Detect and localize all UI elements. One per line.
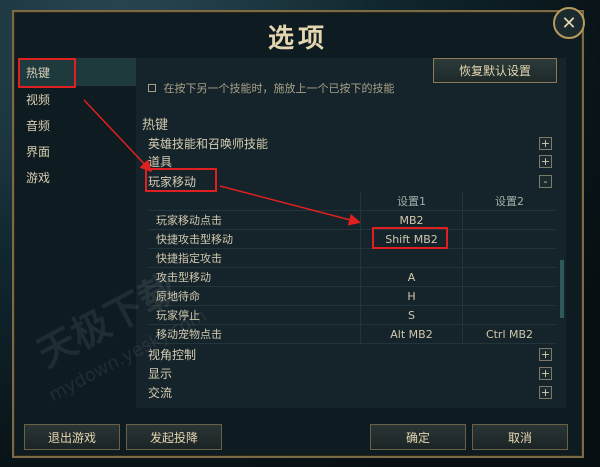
title-bar: 选项 [14,12,582,60]
exit-game-button[interactable]: 退出游戏 [24,424,120,450]
sidebar-item-video[interactable]: 视频 [18,86,138,112]
table-row: 攻击型移动 A [148,268,556,287]
group-communication[interactable]: 交流 + [148,383,552,401]
binding-cell-1[interactable]: Alt MB2 [360,325,462,343]
restore-defaults-button[interactable]: 恢复默认设置 [433,58,557,83]
action-label: 玩家移动点击 [156,214,222,227]
expand-button[interactable]: + [539,347,552,361]
header-setting-1: 设置1 [360,192,462,210]
binding-cell-1[interactable]: S [360,306,462,324]
table-header: 设置1 设置2 [148,192,556,211]
close-button[interactable]: ✕ [553,7,585,39]
sidebar-item-label: 游戏 [26,170,51,185]
sidebar-item-interface[interactable]: 界面 [18,138,138,164]
sidebar-item-game[interactable]: 游戏 [18,164,138,190]
dialog-title: 选项 [267,23,328,54]
collapse-button[interactable]: - [539,174,552,188]
table-row: 移动宠物点击 Alt MB2 Ctrl MB2 [148,325,556,344]
group-label: 英雄技能和召唤师技能 [148,136,269,151]
surrender-label: 发起投降 [149,430,198,445]
binding-cell-2[interactable] [462,211,556,229]
highlight-box-hotkeys-tab [18,58,76,88]
action-label: 快捷指定攻击 [156,252,222,265]
exit-game-label: 退出游戏 [47,430,96,445]
partially-visible-option[interactable]: 在按下另一个技能时，施放上一个已按下的技能 [148,80,395,96]
surrender-button[interactable]: 发起投降 [126,424,222,450]
binding-cell-2[interactable] [462,306,556,324]
ok-button[interactable]: 确定 [370,424,466,450]
group-champion-abilities[interactable]: 英雄技能和召唤师技能 + [148,134,552,152]
option-label: 在按下另一个技能时，施放上一个已按下的技能 [163,82,395,95]
group-label: 显示 [148,366,173,381]
highlight-box-shift-mb2 [372,227,448,249]
action-label: 快捷攻击型移动 [156,233,233,246]
sidebar-item-label: 音频 [26,118,51,133]
binding-cell-2[interactable] [462,287,556,305]
ok-label: 确定 [405,430,430,445]
checkbox[interactable] [148,84,156,92]
table-row: 玩家移动点击 MB2 [148,211,556,230]
expand-button[interactable]: + [539,385,552,399]
close-icon: ✕ [561,12,577,34]
table-row: 快捷指定攻击 [148,249,556,268]
highlight-box-player-movement [145,168,217,192]
sidebar-item-label: 视频 [26,92,51,107]
sidebar-item-label: 界面 [26,144,51,159]
binding-cell-2[interactable] [462,268,556,286]
cancel-button[interactable]: 取消 [472,424,568,450]
panel-scrollbar[interactable] [560,260,564,318]
binding-cell-1[interactable] [360,249,462,267]
header-action [148,192,360,210]
binding-cell-2[interactable] [462,230,556,248]
group-label: 交流 [148,385,173,400]
group-camera-control[interactable]: 视角控制 + [148,345,552,363]
group-label: 道具 [148,154,173,169]
section-title-hotkeys: 热键 [142,118,169,133]
table-row: 快捷攻击型移动 Shift MB2 [148,230,556,249]
header-setting-2: 设置2 [462,192,556,210]
restore-defaults-label: 恢复默认设置 [458,64,531,78]
expand-button[interactable]: + [539,366,552,380]
action-label: 攻击型移动 [156,271,211,284]
binding-cell-2[interactable] [462,249,556,267]
binding-cell-1[interactable]: H [360,287,462,305]
binding-cell-2[interactable]: Ctrl MB2 [462,325,556,343]
cancel-label: 取消 [507,430,532,445]
sidebar-item-audio[interactable]: 音频 [18,112,138,138]
table-row: 原地待命 H [148,287,556,306]
binding-cell-1[interactable]: A [360,268,462,286]
expand-button[interactable]: + [539,154,552,168]
expand-button[interactable]: + [539,136,552,150]
group-display[interactable]: 显示 + [148,364,552,382]
